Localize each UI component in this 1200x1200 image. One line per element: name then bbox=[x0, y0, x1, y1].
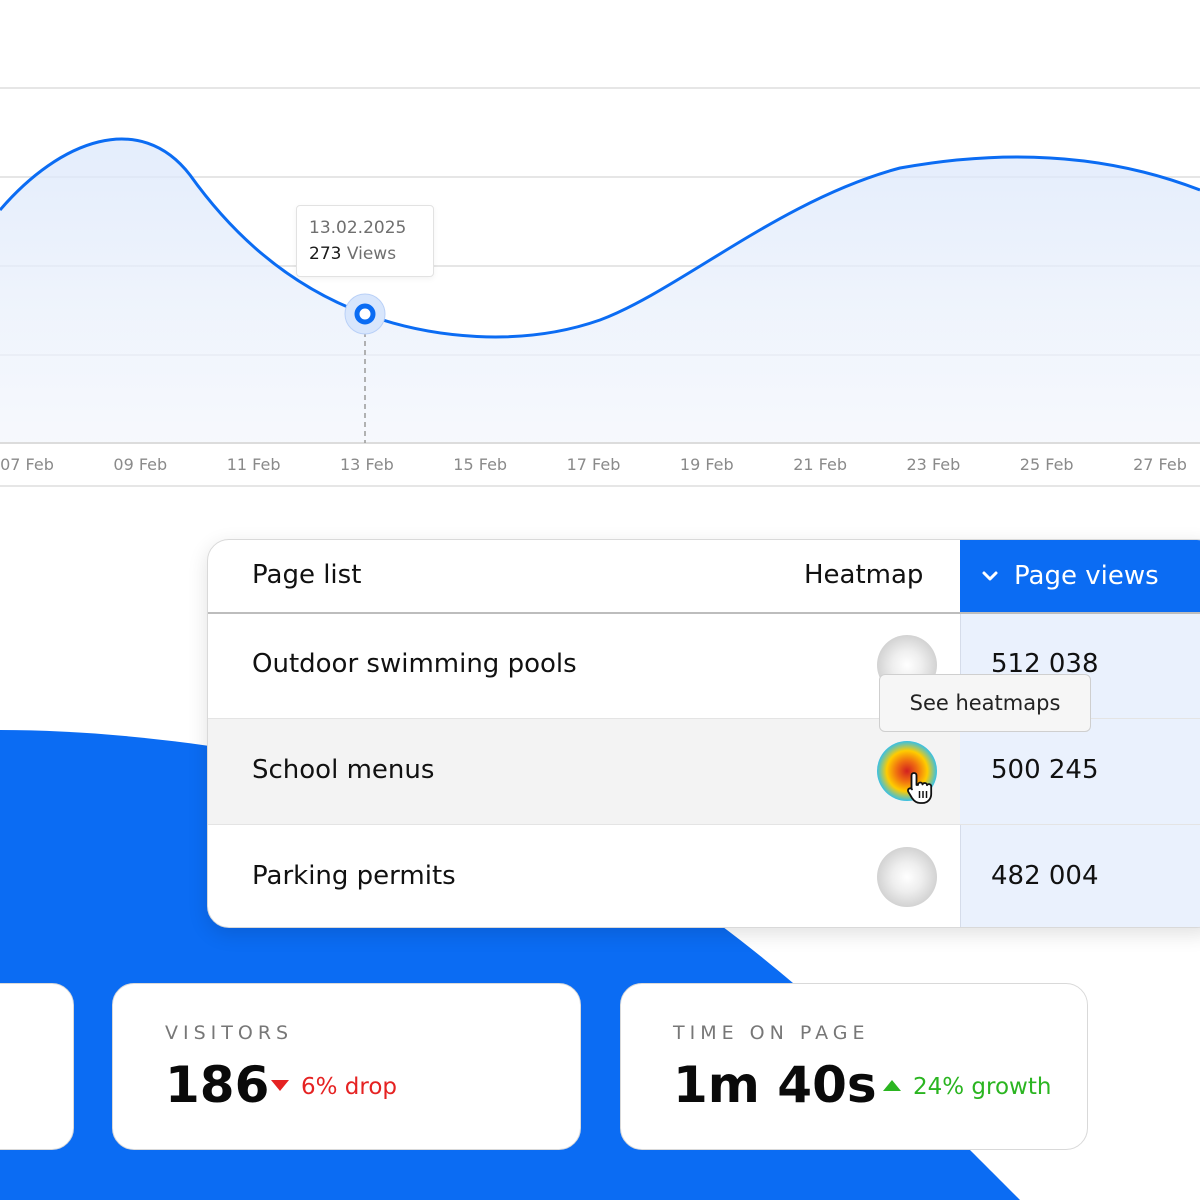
x-tick-label: 23 Feb bbox=[907, 455, 961, 474]
page-views-value: 500 245 bbox=[991, 755, 1099, 785]
x-tick-label: 11 Feb bbox=[227, 455, 281, 474]
stat-card-visitors: VISITORS 186 6% drop bbox=[112, 983, 581, 1150]
see-heatmaps-tooltip: See heatmaps bbox=[879, 674, 1091, 732]
page-list-header[interactable]: Page list bbox=[252, 560, 361, 590]
stat-value: 1m 40s bbox=[673, 1056, 877, 1114]
x-tick-label: 21 Feb bbox=[793, 455, 847, 474]
arrow-down-icon bbox=[271, 1080, 289, 1091]
page-views-sort-header[interactable]: Page views bbox=[960, 540, 1200, 612]
table-header: Page list Heatmap Page views bbox=[208, 540, 1200, 614]
stat-card-time-on-page: TIME ON PAGE 1m 40s 24% growth bbox=[620, 983, 1088, 1150]
table-row[interactable]: School menus 500 245 bbox=[208, 719, 1200, 825]
page-name: Outdoor swimming pools bbox=[252, 649, 577, 679]
stat-label: TIME ON PAGE bbox=[673, 1022, 870, 1044]
page-views-header-label: Page views bbox=[1014, 561, 1159, 591]
page-views-value: 482 004 bbox=[991, 861, 1099, 891]
x-tick-label: 07 Feb bbox=[0, 455, 54, 474]
stat-value: 186 bbox=[165, 1056, 270, 1114]
page-name: Parking permits bbox=[252, 861, 456, 891]
area-fill bbox=[0, 139, 1200, 443]
hover-point bbox=[354, 303, 376, 325]
x-tick-label: 25 Feb bbox=[1020, 455, 1074, 474]
x-tick-labels: 07 Feb 09 Feb 11 Feb 13 Feb 15 Feb 17 Feb 19 F… bbox=[0, 455, 1187, 474]
heatmap-icon[interactable] bbox=[877, 847, 937, 907]
arrow-up-icon bbox=[883, 1080, 901, 1091]
stat-change-text: 24% growth bbox=[913, 1074, 1052, 1100]
chevron-down-icon bbox=[982, 571, 998, 581]
x-tick-label: 17 Feb bbox=[567, 455, 621, 474]
tooltip-date: 13.02.2025 bbox=[309, 218, 407, 238]
chart-tooltip: 13.02.2025 273 Views bbox=[296, 205, 434, 277]
stat-label: VISITORS bbox=[165, 1022, 294, 1044]
page-list-panel: Page list Heatmap Page views Outdoor swi… bbox=[207, 539, 1200, 928]
stat-card-partial bbox=[0, 983, 74, 1150]
hand-cursor-icon bbox=[907, 772, 933, 804]
tooltip-unit: Views bbox=[346, 244, 397, 264]
stat-change-text: 6% drop bbox=[301, 1074, 398, 1100]
table-row[interactable]: Parking permits 482 004 bbox=[208, 825, 1200, 927]
page-views-chart: 07 Feb 09 Feb 11 Feb 13 Feb 15 Feb 17 Feb 19 F… bbox=[0, 87, 1200, 487]
tooltip-value: 273 Views bbox=[309, 244, 396, 264]
tooltip-value-number: 273 bbox=[309, 244, 342, 264]
heatmap-header[interactable]: Heatmap bbox=[804, 560, 923, 590]
x-tick-label: 27 Feb bbox=[1133, 455, 1187, 474]
stat-change: 24% growth bbox=[883, 1074, 1051, 1100]
x-tick-label: 19 Feb bbox=[680, 455, 734, 474]
page-name: School menus bbox=[252, 755, 435, 785]
stat-change: 6% drop bbox=[271, 1074, 397, 1100]
x-tick-label: 15 Feb bbox=[453, 455, 507, 474]
x-tick-label: 09 Feb bbox=[113, 455, 167, 474]
x-tick-label: 13 Feb bbox=[340, 455, 394, 474]
